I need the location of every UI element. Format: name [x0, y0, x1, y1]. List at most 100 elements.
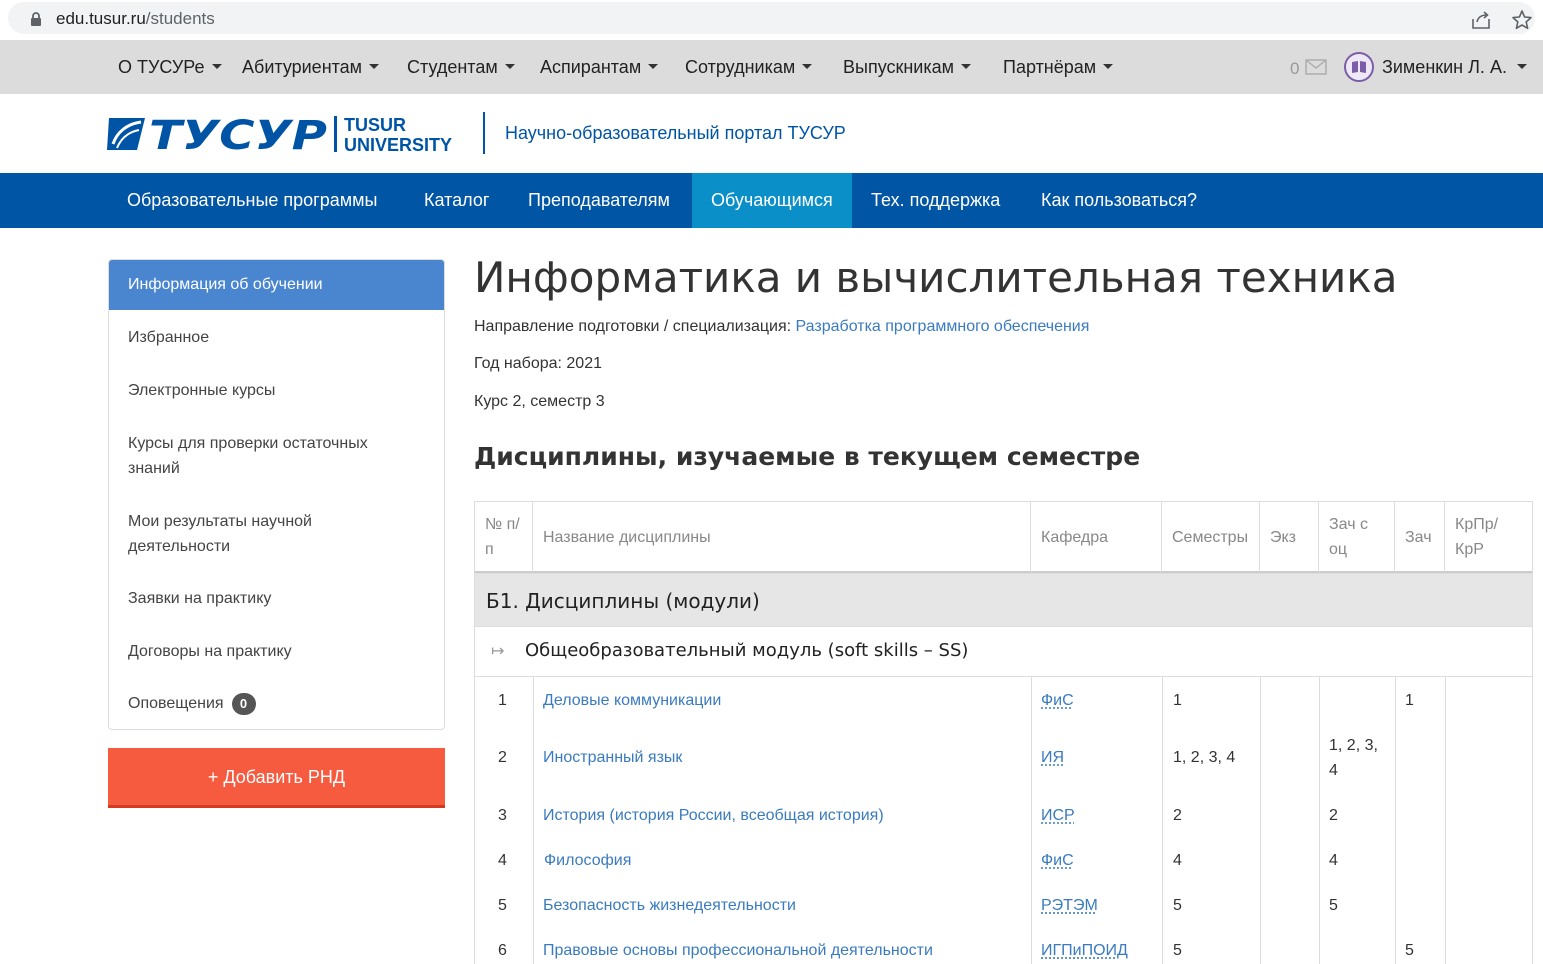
col-divider: [1319, 677, 1320, 964]
sidebar-item-practice-contracts[interactable]: Договоры на практику: [109, 639, 444, 664]
caret-down-icon: [1516, 63, 1527, 69]
discipline-link[interactable]: История (история России, всеобщая истори…: [543, 803, 884, 828]
top-nav-postgrads-label: Аспирантам: [540, 57, 642, 77]
direction-link[interactable]: Разработка программного обеспечения: [796, 318, 1090, 335]
sidebar-item-research-results[interactable]: Мои результаты научной деятельности: [109, 509, 369, 559]
main-nav-support[interactable]: Тех. поддержка: [852, 173, 1019, 228]
col-header-dept: Кафедра: [1031, 502, 1162, 572]
dept-link[interactable]: ФиС: [1041, 848, 1074, 873]
row-num: 5: [498, 897, 507, 914]
top-nav-students[interactable]: Студентам: [407, 57, 515, 78]
sidebar-item-study-info[interactable]: Информация об обучении: [109, 260, 444, 310]
discipline-link[interactable]: Безопасность жизнедеятельности: [543, 893, 796, 918]
bookmark-star-icon[interactable]: [1511, 9, 1533, 31]
col-header-name: Название дисциплины: [533, 502, 1031, 572]
col-divider: [1395, 677, 1396, 964]
portal-title[interactable]: Научно-образовательный портал ТУСУР: [505, 123, 846, 144]
col-header-exam: Экз: [1260, 502, 1319, 572]
main-nav-catalog[interactable]: Каталог: [405, 173, 508, 228]
caret-down-icon: [961, 63, 972, 69]
top-nav-partners[interactable]: Партнёрам: [1003, 57, 1114, 78]
sidebar-item-favorites[interactable]: Избранное: [109, 325, 444, 350]
main-nav-howto[interactable]: Как пользоваться?: [1022, 173, 1216, 228]
discipline-link[interactable]: Философия: [544, 848, 631, 873]
sidebar-item-residual-knowledge[interactable]: Курсы для проверки остаточных знаний: [109, 431, 409, 481]
sidebar-item-notifications-label: Оповещения: [128, 695, 224, 712]
top-nav-about-label: О ТУСУРе: [118, 57, 205, 77]
direction-label: Направление подготовки / специализация:: [474, 318, 792, 335]
discipline-link[interactable]: Деловые коммуникации: [543, 688, 721, 713]
indent-arrow-icon: ↦: [491, 643, 505, 660]
tusur-logo[interactable]: ТУСУР TUSUR UNIVERSITY: [107, 114, 467, 154]
header-logo-area: ТУСУР TUSUR UNIVERSITY Научно-образовате…: [0, 94, 1543, 173]
book-icon: [1352, 61, 1366, 73]
row-credit-grade: 2: [1329, 807, 1338, 824]
top-nav-staff-label: Сотрудникам: [685, 57, 796, 77]
caret-down-icon: [369, 63, 380, 69]
dept-link[interactable]: РЭТЭМ: [1041, 893, 1098, 918]
top-nav: О ТУСУРе Абитуриентам Студентам Аспирант…: [0, 40, 1543, 94]
caret-down-icon: [211, 63, 222, 69]
module-row[interactable]: ↦ Общеобразовательный модуль (soft skill…: [474, 627, 1533, 677]
url-host: edu.tusur.ru: [56, 9, 146, 28]
col-divider: [1260, 677, 1261, 964]
share-icon[interactable]: [1470, 10, 1492, 30]
dept-link[interactable]: ИЯ: [1041, 745, 1064, 770]
row-num: 3: [498, 807, 507, 824]
row-semesters: 4: [1173, 852, 1182, 869]
logo-line2: UNIVERSITY: [344, 135, 452, 154]
main-nav-programs[interactable]: Образовательные программы: [108, 173, 396, 228]
mail-icon[interactable]: [1305, 59, 1327, 75]
url-path: /students: [145, 9, 215, 28]
row-credit-grade: 4: [1329, 852, 1338, 869]
row-num: 2: [498, 749, 507, 766]
course-semester: Курс 2, семестр 3: [474, 393, 605, 410]
main-nav-students[interactable]: Обучающимся: [692, 173, 852, 228]
top-nav-alumni[interactable]: Выпускникам: [843, 57, 972, 78]
mail-count[interactable]: 0: [1290, 59, 1299, 79]
col-header-credit-grade: Зач с оц: [1319, 502, 1395, 572]
top-nav-postgrads[interactable]: Аспирантам: [540, 57, 659, 78]
row-semesters: 1, 2, 3, 4: [1173, 749, 1236, 766]
row-credit-grade: 1, 2, 3, 4: [1329, 737, 1378, 779]
row-num: 4: [498, 852, 507, 869]
sidebar-item-e-courses[interactable]: Электронные курсы: [109, 378, 444, 403]
top-nav-staff[interactable]: Сотрудникам: [685, 57, 813, 78]
module-title: Общеобразовательный модуль (soft skills …: [525, 640, 969, 661]
main-nav-teachers[interactable]: Преподавателям: [509, 173, 689, 228]
caret-down-icon: [648, 63, 659, 69]
col-header-coursework: КрПр/ КрР: [1455, 516, 1499, 558]
section-title: Дисциплины, изучаемые в текущем семестре: [474, 442, 1141, 471]
logo-divider: [483, 112, 485, 154]
row-semesters: 2: [1173, 807, 1182, 824]
direction-line: Направление подготовки / специализация: …: [474, 318, 1089, 336]
user-menu[interactable]: Зименкин Л. А.: [1382, 57, 1527, 78]
caret-down-icon: [802, 63, 813, 69]
dept-link[interactable]: ИСР: [1041, 803, 1075, 828]
user-name: Зименкин Л. А.: [1382, 57, 1507, 77]
col-divider: [533, 677, 534, 964]
row-semesters: 5: [1173, 942, 1182, 959]
notifications-badge: 0: [231, 693, 256, 715]
group-row: Б1. Дисциплины (модули): [474, 573, 1533, 627]
top-nav-applicants[interactable]: Абитуриентам: [242, 57, 380, 78]
address-bar[interactable]: edu.tusur.ru/students: [8, 2, 1535, 34]
col-header-semesters: Семестры: [1162, 502, 1260, 572]
dept-link[interactable]: ФиС: [1041, 688, 1074, 713]
sidebar-item-practice-requests[interactable]: Заявки на практику: [109, 586, 444, 611]
row-semesters: 1: [1173, 692, 1182, 709]
sidebar-item-notifications[interactable]: Оповещения 0: [109, 691, 444, 716]
col-divider: [1031, 677, 1032, 964]
row-credit: 1: [1405, 692, 1414, 709]
avatar[interactable]: [1344, 52, 1374, 82]
add-rnd-button[interactable]: + Добавить РНД: [108, 748, 445, 808]
col-header-num: № п/п: [475, 502, 533, 572]
discipline-link[interactable]: Правовые основы профессиональной деятель…: [543, 938, 933, 963]
dept-link[interactable]: ИГПиПОИД: [1041, 938, 1128, 963]
top-nav-about[interactable]: О ТУСУРе: [118, 57, 222, 78]
row-num: 6: [498, 942, 507, 959]
col-divider: [1445, 677, 1446, 964]
caret-down-icon: [1103, 63, 1114, 69]
top-nav-partners-label: Партнёрам: [1003, 57, 1097, 77]
discipline-link[interactable]: Иностранный язык: [543, 745, 682, 770]
